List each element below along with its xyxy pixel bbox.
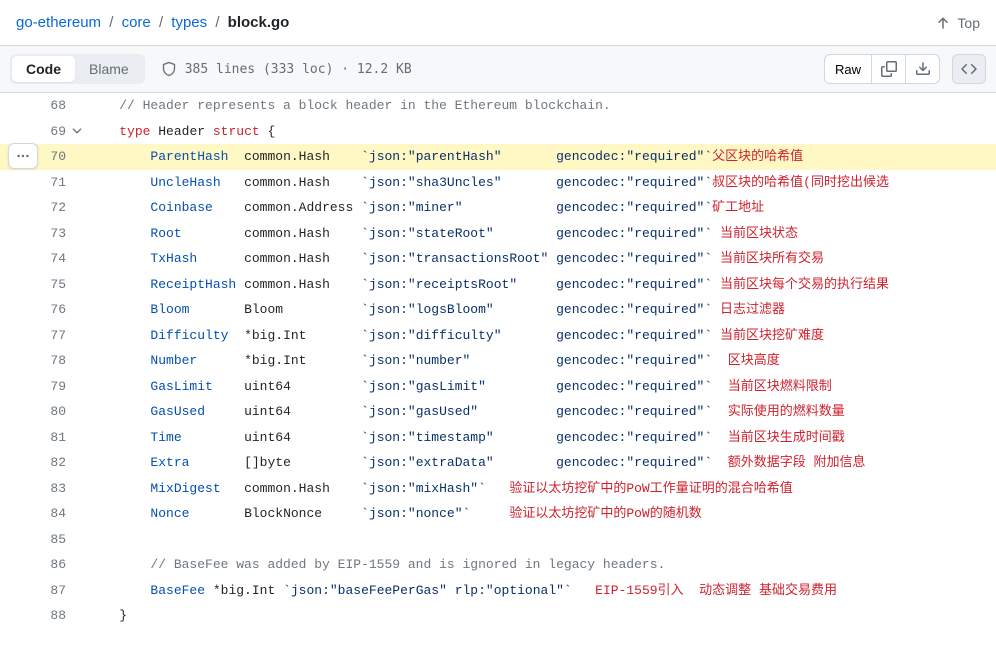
code-line[interactable]: 74 TxHash common.Hash `json:"transaction…: [0, 246, 996, 272]
line-content: TxHash common.Hash `json:"transactionsRo…: [88, 246, 996, 272]
code-line[interactable]: 80 GasUsed uint64 `json:"gasUsed" gencod…: [0, 399, 996, 425]
copy-button[interactable]: [872, 54, 906, 84]
line-content: UncleHash common.Hash `json:"sha3Uncles"…: [88, 170, 996, 196]
file-stats: 385 lines (333 loc) · 12.2 KB: [185, 62, 412, 77]
code-line[interactable]: 70 ParentHash common.Hash `json:"parentH…: [0, 144, 996, 170]
line-content: Bloom Bloom `json:"logsBloom" gencodec:"…: [88, 297, 996, 323]
line-content: Number *big.Int `json:"number" gencodec:…: [88, 348, 996, 374]
code-line[interactable]: 71 UncleHash common.Hash `json:"sha3Uncl…: [0, 170, 996, 196]
symbols-button[interactable]: [952, 54, 986, 84]
line-number[interactable]: 79: [0, 374, 88, 400]
line-content: Root common.Hash `json:"stateRoot" genco…: [88, 221, 996, 247]
code-line[interactable]: 82 Extra []byte `json:"extraData" gencod…: [0, 450, 996, 476]
code-line[interactable]: 69 type Header struct {: [0, 119, 996, 145]
line-number[interactable]: 76: [0, 297, 88, 323]
line-number[interactable]: 68: [0, 93, 88, 119]
code-view[interactable]: 68 // Header represents a block header i…: [0, 93, 996, 629]
tab-blame[interactable]: Blame: [75, 56, 143, 82]
view-tabs: Code Blame: [10, 54, 145, 84]
code-line[interactable]: 87 BaseFee *big.Int `json:"baseFeePerGas…: [0, 578, 996, 604]
tab-code[interactable]: Code: [12, 56, 75, 82]
breadcrumb-current: block.go: [228, 14, 290, 31]
code-line[interactable]: 77 Difficulty *big.Int `json:"difficulty…: [0, 323, 996, 349]
line-number[interactable]: 77: [0, 323, 88, 349]
line-content: MixDigest common.Hash `json:"mixHash"` 验…: [88, 476, 996, 502]
breadcrumb-core[interactable]: core: [122, 14, 151, 31]
line-number[interactable]: 88: [0, 603, 88, 629]
line-content: GasUsed uint64 `json:"gasUsed" gencodec:…: [88, 399, 996, 425]
raw-button[interactable]: Raw: [824, 54, 872, 84]
line-content: GasLimit uint64 `json:"gasLimit" gencode…: [88, 374, 996, 400]
code-line[interactable]: 84 Nonce BlockNonce `json:"nonce"` 验证以太坊…: [0, 501, 996, 527]
file-toolbar: Code Blame 385 lines (333 loc) · 12.2 KB…: [0, 45, 996, 93]
shield-icon[interactable]: [161, 61, 177, 77]
line-number[interactable]: 87: [0, 578, 88, 604]
code-line[interactable]: 78 Number *big.Int `json:"number" gencod…: [0, 348, 996, 374]
top-link[interactable]: Top: [935, 15, 980, 31]
line-content: ParentHash common.Hash `json:"parentHash…: [88, 144, 996, 170]
code-line[interactable]: 73 Root common.Hash `json:"stateRoot" ge…: [0, 221, 996, 247]
line-content: }: [88, 603, 996, 629]
line-content: Nonce BlockNonce `json:"nonce"` 验证以太坊挖矿中…: [88, 501, 996, 527]
line-number[interactable]: 69: [0, 119, 88, 145]
line-content: ReceiptHash common.Hash `json:"receiptsR…: [88, 272, 996, 298]
arrow-up-icon: [935, 15, 951, 31]
line-number[interactable]: 78: [0, 348, 88, 374]
code-line[interactable]: 85: [0, 527, 996, 553]
line-content: [88, 527, 996, 553]
code-line[interactable]: 75 ReceiptHash common.Hash `json:"receip…: [0, 272, 996, 298]
line-content: BaseFee *big.Int `json:"baseFeePerGas" r…: [88, 578, 996, 604]
fold-chevron-icon[interactable]: [70, 124, 84, 138]
copy-icon: [881, 61, 897, 77]
breadcrumb-repo[interactable]: go-ethereum: [16, 14, 101, 31]
kebab-icon: [16, 149, 30, 163]
symbols-icon: [961, 61, 977, 77]
line-content: Time uint64 `json:"timestamp" gencodec:"…: [88, 425, 996, 451]
line-content: Difficulty *big.Int `json:"difficulty" g…: [88, 323, 996, 349]
line-content: Extra []byte `json:"extraData" gencodec:…: [88, 450, 996, 476]
code-line[interactable]: 83 MixDigest common.Hash `json:"mixHash"…: [0, 476, 996, 502]
line-number[interactable]: 73: [0, 221, 88, 247]
line-number[interactable]: 81: [0, 425, 88, 451]
line-number[interactable]: 80: [0, 399, 88, 425]
download-icon: [915, 61, 931, 77]
line-content: // Header represents a block header in t…: [88, 93, 996, 119]
line-number[interactable]: 86: [0, 552, 88, 578]
line-number[interactable]: 85: [0, 527, 88, 553]
line-number[interactable]: 75: [0, 272, 88, 298]
line-number[interactable]: 83: [0, 476, 88, 502]
line-number[interactable]: 72: [0, 195, 88, 221]
line-more-menu[interactable]: [8, 143, 38, 169]
line-number[interactable]: 71: [0, 170, 88, 196]
download-button[interactable]: [906, 54, 940, 84]
line-content: type Header struct {: [88, 119, 996, 145]
code-line[interactable]: 88 }: [0, 603, 996, 629]
code-line[interactable]: 76 Bloom Bloom `json:"logsBloom" gencode…: [0, 297, 996, 323]
breadcrumb-types[interactable]: types: [171, 14, 207, 31]
line-number[interactable]: 74: [0, 246, 88, 272]
line-content: // BaseFee was added by EIP-1559 and is …: [88, 552, 996, 578]
line-number[interactable]: 84: [0, 501, 88, 527]
code-line[interactable]: 72 Coinbase common.Address `json:"miner"…: [0, 195, 996, 221]
code-line[interactable]: 68 // Header represents a block header i…: [0, 93, 996, 119]
breadcrumb: go-ethereum / core / types / block.go: [16, 14, 289, 31]
code-line[interactable]: 81 Time uint64 `json:"timestamp" gencode…: [0, 425, 996, 451]
line-content: Coinbase common.Address `json:"miner" ge…: [88, 195, 996, 221]
code-line[interactable]: 86 // BaseFee was added by EIP-1559 and …: [0, 552, 996, 578]
line-number[interactable]: 82: [0, 450, 88, 476]
code-line[interactable]: 79 GasLimit uint64 `json:"gasLimit" genc…: [0, 374, 996, 400]
